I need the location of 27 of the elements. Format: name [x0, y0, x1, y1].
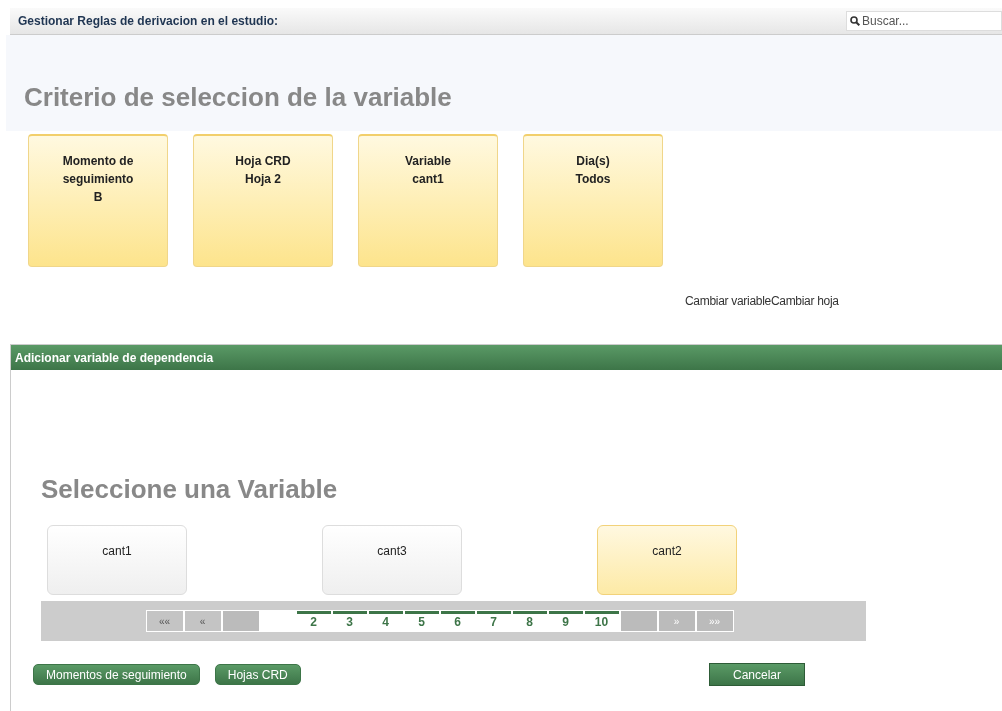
page-link[interactable]: 2	[296, 611, 331, 631]
nav-button[interactable]: Hojas CRD	[214, 664, 301, 685]
nav-button[interactable]: Momentos de seguimiento	[33, 664, 200, 685]
page-title: Gestionar Reglas de derivacion en el estudio:	[17, 14, 279, 28]
page-link[interactable]: 7	[476, 611, 511, 631]
page-link[interactable]: 8	[512, 611, 547, 631]
search-field[interactable]: Buscar...	[846, 11, 1002, 31]
dialog-title: Adicionar variable de dependencia	[15, 350, 214, 365]
criteria-card[interactable]: Hoja CRD Hoja 2	[193, 134, 333, 267]
change-link[interactable]: Cambiar hoja	[770, 294, 839, 308]
page-link[interactable]: 4	[368, 611, 403, 631]
page-link[interactable]: 3	[332, 611, 367, 631]
criteria-card[interactable]: Momento de seguimiento B	[28, 134, 168, 267]
cancel-button[interactable]: Cancelar	[709, 663, 805, 686]
page-link[interactable]: 10	[584, 611, 619, 631]
page-link[interactable]: 9	[548, 611, 583, 631]
section-heading: Criterio de seleccion de la variable	[24, 82, 453, 113]
section-heading: Seleccione una Variable	[41, 474, 339, 505]
criteria-card[interactable]: Dia(s) Todos	[523, 134, 663, 267]
criteria-card[interactable]: Variable cant1	[358, 134, 498, 267]
page-link[interactable]: 5	[404, 611, 439, 631]
variable-card[interactable]: cant3	[322, 525, 462, 595]
variable-card[interactable]: cant2	[597, 525, 737, 595]
page-link[interactable]: 6	[440, 611, 475, 631]
variable-card[interactable]: cant1	[47, 525, 187, 595]
change-link[interactable]: Cambiar variable	[685, 294, 771, 308]
search-icon	[850, 16, 860, 26]
